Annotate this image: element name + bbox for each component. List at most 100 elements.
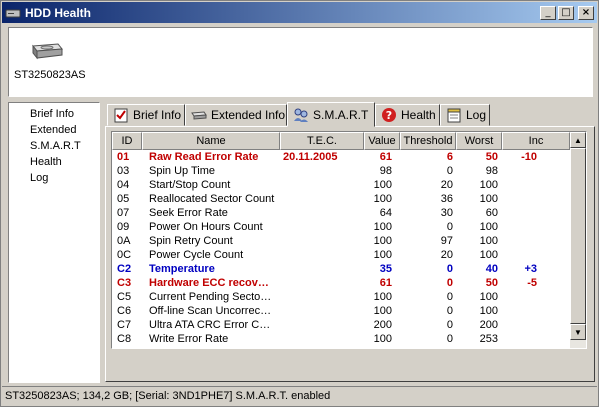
cell-name: Write Error Rate	[149, 333, 229, 345]
cell-name: Spin Retry Count	[149, 235, 233, 247]
cell-threshold: 0	[446, 305, 453, 317]
table-row[interactable]: C2 Temperature 35 0 40 +3	[112, 262, 570, 276]
cell-id: C3	[117, 277, 132, 289]
nav-item-log[interactable]: Log	[30, 172, 48, 184]
column-header-name[interactable]: Name	[142, 132, 280, 150]
table-row[interactable]: 05 Reallocated Sector Count 100 36 100	[112, 192, 570, 206]
cell-inc	[507, 164, 537, 178]
cell-id: C2	[117, 263, 132, 275]
table-header: ID Name T.E.C. Value Threshold Worst Inc	[112, 132, 570, 150]
cell-threshold: 97	[440, 235, 453, 247]
nav-item-smart[interactable]: S.M.A.R.T	[30, 140, 81, 152]
nav-item-brief-info[interactable]: Brief Info	[30, 108, 74, 120]
column-header-threshold[interactable]: Threshold	[400, 132, 456, 150]
scroll-thumb[interactable]	[570, 148, 586, 324]
help-icon: ?	[381, 107, 397, 123]
cell-value: 100	[373, 179, 392, 191]
cell-name: Temperature	[149, 263, 215, 275]
scroll-up-button[interactable]: ▲	[570, 132, 586, 148]
drive-icon	[191, 107, 207, 123]
cell-value: 61	[379, 151, 392, 163]
nav-item-health[interactable]: Health	[30, 156, 62, 168]
table-row[interactable]: 0A Spin Retry Count 100 97 100	[112, 234, 570, 248]
cell-name: Power Cycle Count	[149, 249, 244, 261]
cell-inc	[507, 332, 537, 346]
table-row[interactable]: 01 Raw Read Error Rate 20.11.2005 61 6 50 -10	[112, 150, 570, 164]
table-row[interactable]: C3 Hardware ECC recov… 61 0 50 -5	[112, 276, 570, 290]
scroll-down-button[interactable]: ▼	[570, 324, 586, 340]
table-row[interactable]: C7 Ultra ATA CRC Error C… 200 0 200	[112, 318, 570, 332]
cell-name: Current Pending Secto…	[149, 291, 272, 303]
cell-inc	[507, 206, 537, 220]
column-header-worst[interactable]: Worst	[456, 132, 502, 150]
tab-extended-info[interactable]: Extended Info	[185, 104, 287, 126]
cell-worst: 60	[485, 207, 498, 219]
cell-worst: 100	[479, 179, 498, 191]
cell-worst: 100	[479, 221, 498, 233]
cell-worst: 100	[479, 193, 498, 205]
table-row[interactable]: C6 Off-line Scan Uncorrec… 100 0 100	[112, 304, 570, 318]
nav-item-extended[interactable]: Extended	[30, 124, 76, 136]
cell-id: 05	[117, 193, 130, 205]
tab-brief-info[interactable]: Brief Info	[107, 104, 185, 126]
cell-id: 0A	[117, 235, 131, 247]
cell-threshold: 6	[446, 151, 453, 163]
hdd-icon	[5, 5, 21, 21]
tab-log[interactable]: Log	[440, 104, 490, 126]
cell-id: 01	[117, 151, 130, 163]
tab-label: Log	[466, 108, 487, 122]
title-bar[interactable]: HDD Health _ □ ×	[2, 2, 597, 23]
cell-id: C8	[117, 333, 132, 345]
minimize-button[interactable]: _	[540, 5, 556, 20]
column-header-inc[interactable]: Inc	[502, 132, 570, 150]
cell-value: 98	[379, 165, 392, 177]
cell-worst: 253	[479, 333, 498, 345]
cell-threshold: 0	[446, 291, 453, 303]
cell-inc: -5	[527, 277, 537, 289]
checklist-icon	[113, 107, 129, 123]
column-header-value[interactable]: Value	[364, 132, 400, 150]
table-row[interactable]: 07 Seek Error Rate 64 30 60	[112, 206, 570, 220]
cell-value: 61	[379, 277, 392, 289]
cell-id: 0C	[117, 249, 132, 261]
maximize-button[interactable]: □	[558, 5, 574, 20]
cell-inc	[507, 178, 537, 192]
cell-threshold: 0	[446, 333, 453, 345]
cell-value: 100	[373, 305, 392, 317]
cell-name: Reallocated Sector Count	[149, 193, 275, 205]
tab-health[interactable]: ? Health	[375, 104, 440, 126]
tab-control: Brief Info Extended Info S.M.A.R.T ? Hea…	[105, 102, 595, 382]
cell-worst: 100	[479, 291, 498, 303]
notepad-icon	[446, 107, 462, 123]
column-header-id[interactable]: ID	[112, 132, 142, 150]
drive-name[interactable]: ST3250823AS	[14, 69, 86, 81]
table-row[interactable]: 09 Power On Hours Count 100 0 100	[112, 220, 570, 234]
column-header-tec[interactable]: T.E.C.	[280, 132, 364, 150]
cell-inc	[507, 220, 537, 234]
close-button[interactable]: ×	[578, 5, 594, 20]
cell-inc: +3	[524, 263, 537, 275]
table-row[interactable]: 04 Start/Stop Count 100 20 100	[112, 178, 570, 192]
cell-value: 100	[373, 249, 392, 261]
cell-threshold: 36	[440, 193, 453, 205]
cell-value: 100	[373, 193, 392, 205]
table-row[interactable]: C8 Write Error Rate 100 0 253	[112, 332, 570, 346]
hard-drive-icon[interactable]	[30, 40, 64, 62]
drive-list[interactable]: ST3250823AS	[8, 27, 593, 97]
cell-value: 35	[379, 263, 392, 275]
table-row[interactable]: C5 Current Pending Secto… 100 0 100	[112, 290, 570, 304]
cell-inc	[507, 304, 537, 318]
tab-smart[interactable]: S.M.A.R.T	[287, 102, 375, 127]
vertical-scrollbar[interactable]: ▲ ▼	[570, 132, 586, 348]
table-row[interactable]: 03 Spin Up Time 98 0 98	[112, 164, 570, 178]
cell-value: 64	[379, 207, 392, 219]
cell-id: 09	[117, 221, 130, 233]
nav-tree: Brief Info Extended S.M.A.R.T Health Log	[8, 102, 100, 383]
cell-threshold: 0	[446, 221, 453, 233]
cell-id: C7	[117, 319, 132, 331]
cell-threshold: 0	[446, 277, 453, 289]
smart-table[interactable]: ID Name T.E.C. Value Threshold Worst Inc…	[111, 131, 587, 349]
app-window: HDD Health _ □ × ST3250823AS Brief Info …	[0, 0, 599, 407]
table-row[interactable]: 0C Power Cycle Count 100 20 100	[112, 248, 570, 262]
cell-inc	[507, 318, 537, 332]
